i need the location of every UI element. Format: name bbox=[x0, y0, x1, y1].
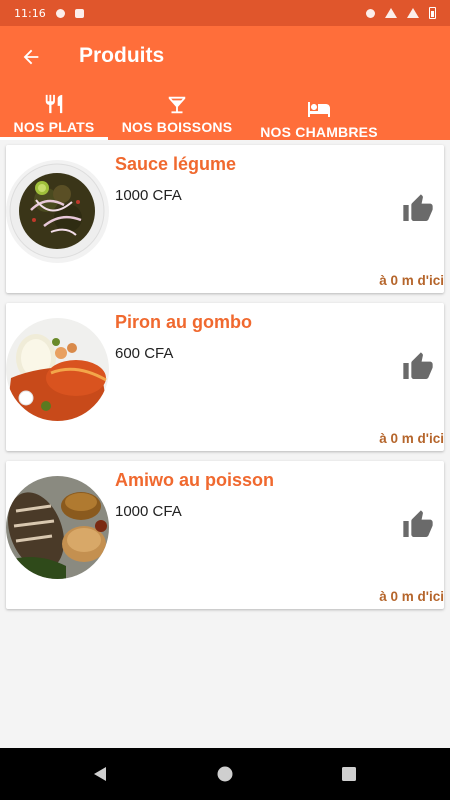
nav-back-button[interactable] bbox=[70, 748, 130, 800]
home-circle-icon bbox=[217, 766, 233, 782]
tab-bar: NOS PLATS NOS BOISSONS NOS CHAMBRES bbox=[0, 86, 450, 140]
notification-icon bbox=[74, 8, 84, 18]
tab-nos-boissons[interactable]: NOS BOISSONS bbox=[118, 86, 236, 140]
nav-recents-button[interactable] bbox=[319, 748, 379, 800]
product-price: 1000 CFA bbox=[115, 187, 182, 204]
product-distance: à 0 m d'ici bbox=[379, 431, 444, 446]
product-price: 600 CFA bbox=[115, 345, 174, 362]
product-image bbox=[6, 476, 109, 579]
location-icon bbox=[366, 8, 375, 18]
tab-nos-chambres[interactable]: NOS CHAMBRES bbox=[254, 86, 384, 140]
like-button[interactable] bbox=[400, 349, 436, 385]
arrow-back-icon bbox=[23, 49, 39, 65]
selected-tab-indicator bbox=[0, 137, 108, 140]
like-button[interactable] bbox=[400, 191, 436, 227]
tab-label: NOS CHAMBRES bbox=[260, 124, 378, 140]
status-bar: 11:16 bbox=[0, 0, 450, 26]
product-name: Sauce légume bbox=[115, 154, 237, 174]
back-triangle-icon bbox=[94, 767, 106, 781]
product-name: Piron au gombo bbox=[115, 312, 252, 332]
back-button[interactable] bbox=[14, 40, 48, 74]
tab-nos-plats[interactable]: NOS PLATS bbox=[0, 86, 108, 140]
product-price: 1000 CFA bbox=[115, 503, 182, 520]
battery-icon bbox=[429, 7, 436, 19]
product-distance: à 0 m d'ici bbox=[379, 273, 444, 288]
product-image bbox=[6, 318, 109, 421]
signal-icon bbox=[407, 8, 419, 18]
like-button[interactable] bbox=[400, 507, 436, 543]
cocktail-icon bbox=[166, 94, 188, 116]
status-time: 11:16 bbox=[14, 6, 46, 20]
thumb-up-icon bbox=[403, 510, 433, 537]
tab-label: NOS BOISSONS bbox=[121, 119, 233, 135]
thumb-up-icon bbox=[403, 194, 433, 221]
product-name: Amiwo au poisson bbox=[115, 470, 275, 490]
nav-home-button[interactable] bbox=[195, 748, 255, 800]
thumb-up-icon bbox=[403, 352, 433, 379]
product-card[interactable]: Piron au gombo 600 CFA à 0 m d'ici bbox=[6, 303, 444, 451]
page-title: Produits bbox=[79, 44, 165, 67]
product-card[interactable]: Amiwo au poisson 1000 CFA à 0 m d'ici bbox=[6, 461, 444, 609]
product-image bbox=[6, 160, 109, 263]
wifi-icon bbox=[385, 8, 397, 18]
app-bar: Produits NOS PLATS NOS BOISSONS NOS CHAM… bbox=[0, 26, 450, 140]
tab-label: NOS PLATS bbox=[13, 119, 95, 135]
notification-icon bbox=[55, 8, 65, 18]
hotel-bed-icon bbox=[303, 97, 335, 121]
system-nav-bar bbox=[0, 748, 450, 800]
product-card[interactable]: Sauce légume 1000 CFA à 0 m d'ici bbox=[6, 145, 444, 293]
restaurant-icon bbox=[43, 92, 65, 116]
recents-square-icon bbox=[342, 767, 356, 781]
product-distance: à 0 m d'ici bbox=[379, 589, 444, 604]
